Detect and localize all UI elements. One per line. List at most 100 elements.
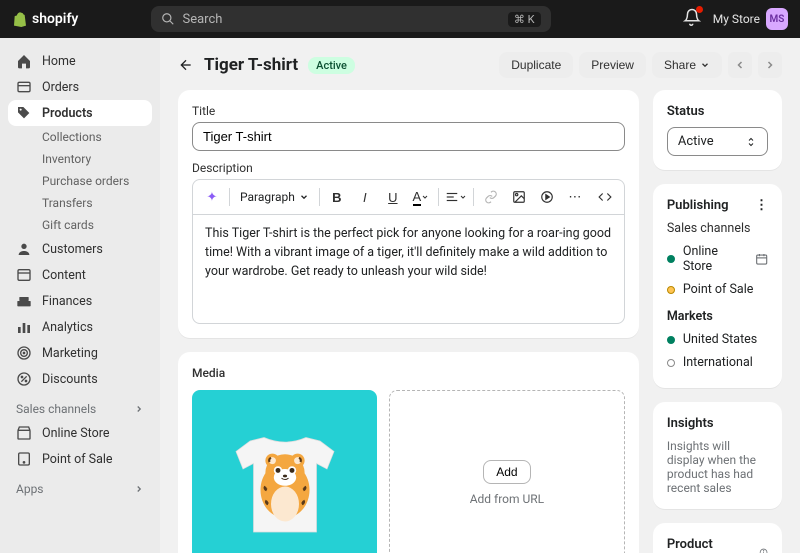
topbar: shopify Search ⌘ K My Store MS	[0, 0, 800, 38]
sidebar: Home Orders Products Collections Invento…	[0, 38, 160, 553]
home-icon	[16, 53, 32, 69]
channel-pos: Point of Sale	[667, 278, 768, 301]
analytics-icon	[16, 319, 32, 335]
description-editor[interactable]: This Tiger T-shirt is the perfect pick f…	[192, 214, 625, 324]
sidebar-item-marketing[interactable]: Marketing	[8, 340, 152, 366]
tshirt-image	[210, 413, 360, 553]
market-us: United States	[667, 328, 768, 351]
sidebar-sub-transfers[interactable]: Transfers	[8, 192, 152, 214]
more-icon[interactable]: ⋮	[755, 198, 768, 213]
bold-icon[interactable]: B	[324, 184, 350, 210]
paragraph-select[interactable]: Paragraph	[234, 190, 315, 204]
insights-text: Insights will display when the product h…	[667, 439, 768, 495]
sidebar-sub-gift-cards[interactable]: Gift cards	[8, 214, 152, 236]
italic-icon[interactable]: I	[352, 184, 378, 210]
editor-toolbar: ✦ Paragraph B I U A ⋯	[192, 179, 625, 214]
organization-card: Product organization Product category Sh…	[653, 523, 782, 553]
underline-icon[interactable]: U	[380, 184, 406, 210]
video-icon[interactable]	[534, 184, 560, 210]
duplicate-button[interactable]: Duplicate	[499, 52, 573, 78]
org-header: Product organization	[667, 537, 753, 553]
title-label: Title	[192, 104, 625, 118]
publishing-card: Publishing⋮ Sales channels Online Store …	[653, 184, 782, 388]
link-icon[interactable]	[478, 184, 504, 210]
kbd-shortcut: ⌘ K	[508, 12, 541, 27]
insights-card: Insights Insights will display when the …	[653, 402, 782, 509]
prev-product-button[interactable]	[728, 52, 752, 78]
sidebar-item-finances[interactable]: Finances	[8, 288, 152, 314]
chevron-down-icon	[700, 60, 710, 70]
ai-icon[interactable]: ✦	[199, 184, 225, 210]
add-media-button[interactable]: Add	[483, 460, 530, 484]
publishing-header: Publishing	[667, 198, 729, 213]
inbox-icon	[16, 79, 32, 95]
media-header: Media	[192, 366, 625, 380]
pos-icon	[16, 451, 32, 467]
code-view-icon[interactable]	[592, 184, 618, 210]
status-dot-icon	[667, 336, 675, 344]
sidebar-section-channels[interactable]: Sales channels	[8, 392, 152, 420]
markets-header: Markets	[667, 309, 768, 324]
shopify-logo[interactable]: shopify	[12, 10, 78, 28]
chevron-down-icon	[299, 192, 309, 202]
finances-icon	[16, 293, 32, 309]
discount-icon	[16, 371, 32, 387]
sidebar-item-analytics[interactable]: Analytics	[8, 314, 152, 340]
status-dot-icon	[667, 359, 675, 367]
notifications-icon[interactable]	[683, 8, 701, 30]
sidebar-channel-pos[interactable]: Point of Sale	[8, 446, 152, 472]
title-input[interactable]	[192, 122, 625, 151]
chevron-right-icon	[134, 404, 144, 414]
sidebar-item-discounts[interactable]: Discounts	[8, 366, 152, 392]
more-icon[interactable]: ⋯	[562, 184, 588, 210]
page-title: Tiger T-shirt	[204, 55, 298, 75]
title-desc-card: Title Description ✦ Paragraph B I U A	[178, 90, 639, 338]
sidebar-item-orders[interactable]: Orders	[8, 74, 152, 100]
sidebar-item-content[interactable]: Content	[8, 262, 152, 288]
status-dot-icon	[667, 286, 675, 294]
page-header: Tiger T-shirt Active Duplicate Preview S…	[178, 52, 782, 78]
image-icon[interactable]	[506, 184, 532, 210]
next-product-button[interactable]	[758, 52, 782, 78]
chevron-right-icon	[134, 484, 144, 494]
share-button[interactable]: Share	[652, 52, 722, 78]
avatar: MS	[766, 8, 788, 30]
media-thumbnail[interactable]	[192, 390, 377, 553]
text-color-icon[interactable]: A	[408, 184, 434, 210]
status-header: Status	[667, 104, 768, 119]
store-icon	[16, 425, 32, 441]
tag-icon	[16, 105, 32, 121]
sidebar-sub-collections[interactable]: Collections	[8, 126, 152, 148]
insights-header: Insights	[667, 416, 768, 431]
sales-channels-label: Sales channels	[667, 221, 768, 236]
sidebar-channel-online-store[interactable]: Online Store	[8, 420, 152, 446]
status-card: Status Active	[653, 90, 782, 170]
align-icon[interactable]	[443, 184, 469, 210]
target-icon	[16, 345, 32, 361]
sidebar-item-products[interactable]: Products	[8, 100, 152, 126]
sidebar-section-apps[interactable]: Apps	[8, 472, 152, 500]
description-label: Description	[192, 161, 625, 175]
search-input[interactable]: Search ⌘ K	[151, 6, 551, 32]
content-icon	[16, 267, 32, 283]
sidebar-sub-inventory[interactable]: Inventory	[8, 148, 152, 170]
calendar-icon[interactable]	[755, 252, 768, 266]
search-icon	[161, 12, 175, 26]
status-select[interactable]: Active	[667, 127, 768, 156]
add-from-url-link[interactable]: Add from URL	[470, 492, 544, 506]
back-arrow-icon[interactable]	[178, 57, 194, 73]
media-card: Media	[178, 352, 639, 553]
status-dot-icon	[667, 255, 675, 263]
media-dropzone[interactable]: Add Add from URL	[389, 390, 625, 553]
sidebar-item-customers[interactable]: Customers	[8, 236, 152, 262]
store-switcher[interactable]: My Store MS	[713, 8, 788, 30]
info-icon[interactable]	[759, 546, 768, 553]
notification-dot	[696, 6, 703, 13]
brand-text: shopify	[32, 11, 78, 27]
main-content: Tiger T-shirt Active Duplicate Preview S…	[160, 38, 800, 553]
sidebar-sub-purchase-orders[interactable]: Purchase orders	[8, 170, 152, 192]
preview-button[interactable]: Preview	[579, 52, 646, 78]
market-intl: International	[667, 351, 768, 374]
sidebar-item-home[interactable]: Home	[8, 48, 152, 74]
select-caret-icon	[745, 136, 757, 148]
